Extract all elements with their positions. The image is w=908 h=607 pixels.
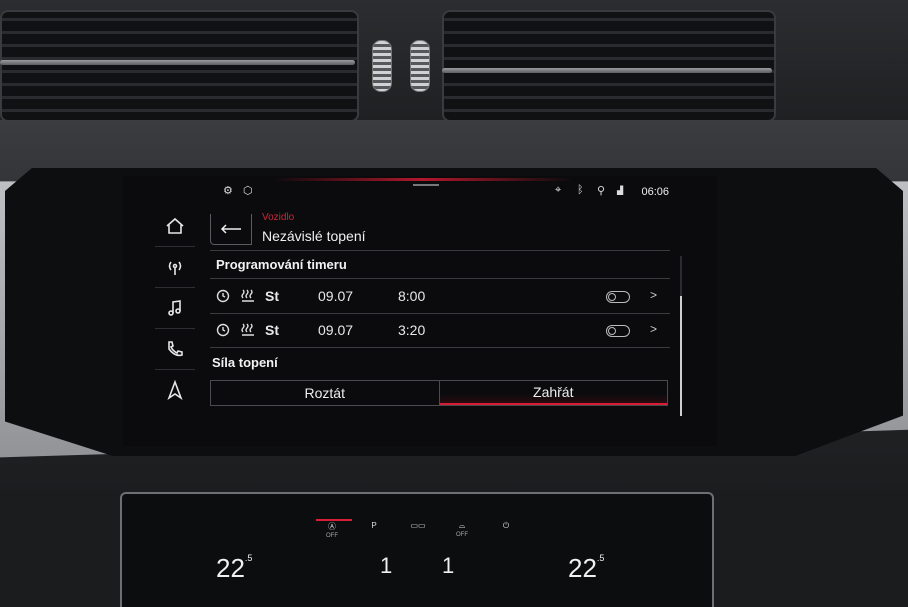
- right-vent-slat: [442, 68, 772, 73]
- music-note-icon: [168, 300, 181, 316]
- timer-time: 3:20: [398, 322, 426, 338]
- home-icon: [166, 217, 184, 234]
- timer-date: 09.07: [318, 322, 354, 338]
- nav-media[interactable]: [155, 288, 195, 329]
- lte-signal-icon: ▟: [617, 186, 624, 195]
- timer-row-2[interactable]: St 09.07 3:20 >: [210, 313, 670, 348]
- timer-day: St: [265, 288, 279, 304]
- breadcrumb: Vozidlo: [262, 212, 295, 223]
- timer-section-title: Programování timeru: [216, 257, 347, 272]
- timer-time: 8:00: [398, 288, 426, 304]
- power-icon: ⏻: [502, 521, 510, 530]
- page-title: Nezávislé topení: [262, 228, 366, 244]
- scrollbar-thumb[interactable]: [680, 296, 682, 416]
- parking-heater-button[interactable]: P: [356, 521, 392, 543]
- vent-control-wheel[interactable]: [372, 40, 392, 92]
- back-button[interactable]: [210, 214, 252, 245]
- bluetooth-icon: ᛒ: [577, 184, 584, 196]
- rear-defrost-button[interactable]: ▭▭: [400, 521, 436, 543]
- location-icon: ⌖: [555, 184, 562, 196]
- chevron-right-icon[interactable]: >: [650, 288, 657, 302]
- climate-controls: Ⓐ OFF P ▭▭ ⌓ OFF ⏻ 22.5 1 1 22.5: [210, 517, 620, 605]
- person-icon: ⚲: [597, 185, 606, 197]
- chevron-right-icon[interactable]: >: [650, 322, 657, 336]
- right-air-vent: [442, 10, 776, 122]
- nav-navigation[interactable]: [155, 370, 195, 410]
- scrollbar[interactable]: [680, 256, 682, 416]
- front-defrost-button[interactable]: ⌓ OFF: [444, 521, 480, 543]
- back-arrow-icon: [220, 224, 241, 234]
- temp-left[interactable]: 22.5: [216, 553, 252, 584]
- timer-date: 09.07: [318, 288, 354, 304]
- left-air-vent: [0, 10, 359, 122]
- nav-rail: [155, 206, 195, 416]
- vent-control-wheel[interactable]: [410, 40, 430, 92]
- package-icon: ⬡: [243, 185, 253, 197]
- nav-radio[interactable]: [155, 247, 195, 288]
- car-connect-icon: ⚙: [223, 185, 233, 197]
- power-button[interactable]: ⏻: [488, 521, 524, 543]
- clock-icon: [216, 289, 230, 303]
- seat-heating-icon: [241, 323, 254, 336]
- nav-phone[interactable]: [155, 329, 195, 370]
- radio-signal-icon: [168, 261, 182, 275]
- defrost-rear-icon: ▭▭: [410, 521, 426, 530]
- timer-toggle[interactable]: [606, 291, 630, 303]
- page-header: Vozidlo Nezávislé topení: [210, 206, 670, 251]
- fan-right[interactable]: 1: [442, 553, 454, 579]
- infotainment-screen: ⚙ ⬡ ⌖ ᛒ ⚲ ▟ 06:06 Vozidlo Nezávislé tope…: [123, 176, 717, 446]
- auto-button[interactable]: Ⓐ OFF: [314, 521, 350, 543]
- defrost-front-icon: ⌓: [458, 521, 466, 530]
- timer-toggle[interactable]: [606, 325, 630, 337]
- timer-day: St: [265, 322, 279, 338]
- clock-icon: [216, 323, 230, 337]
- fan-left[interactable]: 1: [380, 553, 392, 579]
- content-area: Vozidlo Nezávislé topení Programování ti…: [210, 206, 670, 436]
- temp-right[interactable]: 22.5: [568, 553, 604, 584]
- heating-power-selector: Roztát Zahřát: [210, 380, 668, 406]
- option-heat[interactable]: Zahřát: [438, 381, 667, 405]
- air-vent-area: [0, 0, 908, 130]
- option-defrost[interactable]: Roztát: [211, 381, 439, 405]
- left-vent-slat: [0, 60, 355, 65]
- nav-home[interactable]: [155, 206, 195, 247]
- seat-heating-icon: [241, 289, 254, 302]
- timer-row-1[interactable]: St 09.07 8:00 >: [210, 278, 670, 314]
- auto-icon: Ⓐ: [328, 522, 336, 531]
- navigation-arrow-icon: [167, 380, 183, 400]
- parking-heater-icon: P: [371, 521, 377, 530]
- clock: 06:06: [641, 186, 669, 198]
- heating-power-title: Síla topení: [212, 355, 278, 370]
- status-bar: ⚙ ⬡ ⌖ ᛒ ⚲ ▟ 06:06: [123, 176, 717, 206]
- phone-icon: [168, 341, 183, 357]
